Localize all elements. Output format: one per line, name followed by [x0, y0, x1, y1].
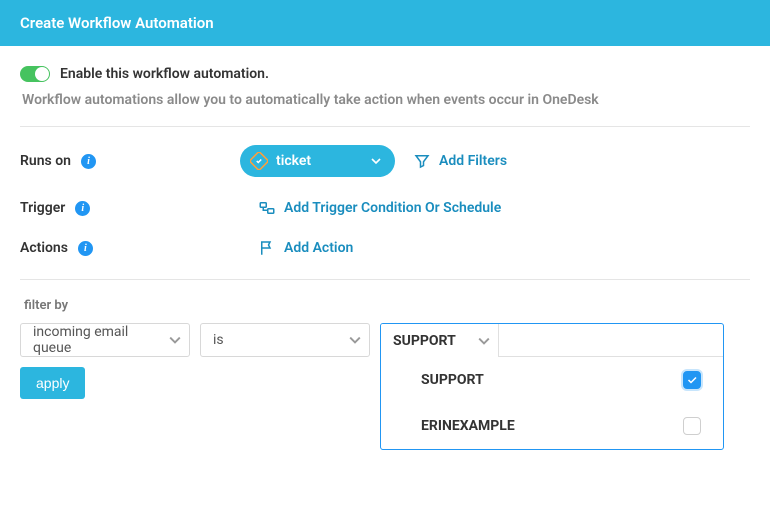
page-title: Create Workflow Automation	[20, 14, 214, 32]
ticket-icon	[250, 152, 268, 170]
filter-operator-value: is	[213, 332, 224, 348]
filter-value-select[interactable]: SUPPORT	[381, 324, 499, 357]
add-action-button[interactable]: Add Action	[258, 239, 353, 257]
page-header: Create Workflow Automation	[0, 0, 770, 46]
info-icon[interactable]: i	[78, 241, 93, 256]
runs-on-value: ticket	[276, 153, 311, 169]
chevron-down-icon	[169, 334, 181, 346]
runs-on-select[interactable]: ticket	[240, 145, 395, 177]
divider	[20, 126, 750, 127]
filter-field-value: incoming email queue	[33, 324, 161, 356]
filter-icon	[413, 152, 431, 170]
filter-value-text: SUPPORT	[393, 333, 456, 349]
description-text: Workflow automations allow you to automa…	[22, 92, 750, 108]
enable-label: Enable this workflow automation.	[60, 66, 269, 82]
option-label: SUPPORT	[421, 372, 484, 388]
info-icon[interactable]: i	[75, 201, 90, 216]
dropdown-option-erinexample[interactable]: ERINEXAMPLE	[381, 403, 723, 449]
filter-operator-select[interactable]: is	[200, 323, 370, 357]
add-action-label: Add Action	[284, 240, 353, 256]
filter-by-label: filter by	[24, 298, 750, 313]
add-filters-label: Add Filters	[439, 153, 507, 169]
caret-down-icon	[371, 156, 381, 166]
content-area: Enable this workflow automation. Workflo…	[0, 46, 770, 399]
enable-toggle[interactable]	[20, 66, 50, 82]
checkbox-checked[interactable]	[683, 371, 701, 389]
trigger-label: Trigger	[20, 200, 65, 216]
add-trigger-button[interactable]: Add Trigger Condition Or Schedule	[258, 199, 501, 217]
chevron-down-icon	[349, 334, 361, 346]
runs-on-label: Runs on	[20, 153, 71, 169]
actions-label: Actions	[20, 240, 68, 256]
divider	[20, 279, 750, 280]
add-trigger-label: Add Trigger Condition Or Schedule	[284, 200, 501, 216]
option-label: ERINEXAMPLE	[421, 418, 515, 434]
filter-value-dropdown: SUPPORT SUPPORT ERINEXAMPLE	[380, 323, 724, 450]
add-filters-button[interactable]: Add Filters	[413, 152, 507, 170]
info-icon[interactable]: i	[81, 154, 96, 169]
chevron-down-icon	[478, 335, 490, 347]
flag-icon	[258, 239, 276, 257]
apply-button[interactable]: apply	[20, 367, 85, 399]
schedule-icon	[258, 199, 276, 217]
checkbox-unchecked[interactable]	[683, 417, 701, 435]
filter-field-select[interactable]: incoming email queue	[20, 323, 190, 357]
dropdown-option-support[interactable]: SUPPORT	[381, 357, 723, 403]
